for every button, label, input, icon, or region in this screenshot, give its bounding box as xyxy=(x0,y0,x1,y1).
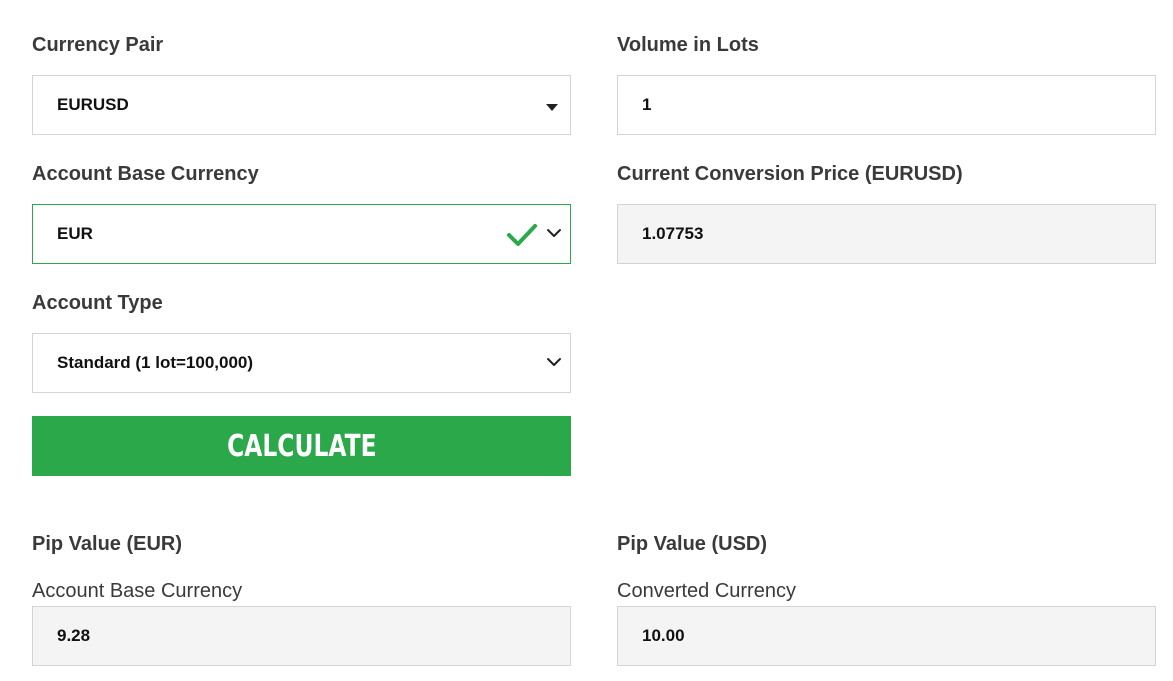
volume-in-lots-input[interactable]: 1 xyxy=(617,75,1156,135)
pip-value-converted-value: 10.00 xyxy=(642,626,685,645)
calculate-button-label: CALCULATE xyxy=(226,428,377,464)
chevron-down-icon xyxy=(547,358,561,366)
account-type-label: Account Type xyxy=(32,292,163,314)
account-base-currency-label: Account Base Currency xyxy=(32,163,259,185)
conversion-price-label: Current Conversion Price (EURUSD) xyxy=(617,163,963,185)
checkmark-icon xyxy=(507,224,537,246)
caret-down-icon xyxy=(546,104,558,111)
chevron-down-icon xyxy=(547,229,561,237)
calculate-button[interactable]: CALCULATE xyxy=(32,416,571,476)
pip-value-base-sublabel: Account Base Currency xyxy=(32,580,243,602)
pip-value-converted-label: Pip Value (USD) xyxy=(617,533,768,555)
conversion-price-field: 1.07753 xyxy=(617,204,1156,264)
volume-in-lots-label: Volume in Lots xyxy=(617,34,759,56)
pip-value-base-field: 9.28 xyxy=(32,606,571,666)
pip-value-base-label: Pip Value (EUR) xyxy=(32,533,183,555)
volume-in-lots-value: 1 xyxy=(642,95,652,114)
currency-pair-select[interactable]: EURUSD xyxy=(32,75,571,135)
pip-value-converted-field: 10.00 xyxy=(617,606,1156,666)
currency-pair-value: EURUSD xyxy=(57,95,129,114)
pip-value-base-value: 9.28 xyxy=(57,626,91,645)
account-type-select[interactable]: Standard (1 lot=100,000) xyxy=(32,333,571,393)
account-base-currency-value: EUR xyxy=(57,224,93,243)
currency-pair-label: Currency Pair xyxy=(32,34,164,56)
account-base-currency-select[interactable]: EUR xyxy=(32,204,571,264)
conversion-price-value: 1.07753 xyxy=(642,224,704,243)
pip-value-converted-sublabel: Converted Currency xyxy=(617,580,796,602)
account-type-value: Standard (1 lot=100,000) xyxy=(57,353,254,372)
